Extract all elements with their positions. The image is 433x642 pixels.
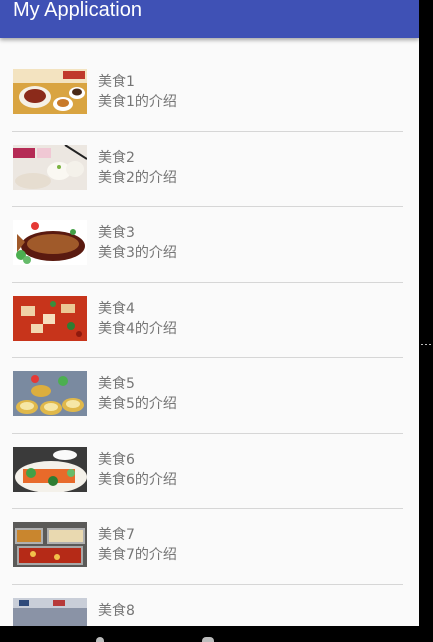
edge-indicator bbox=[421, 344, 433, 345]
list-item[interactable]: 美食3 美食3的介绍 bbox=[0, 207, 419, 283]
food-image-1 bbox=[13, 69, 87, 114]
item-description: 美食2的介绍 bbox=[98, 169, 177, 186]
item-description: 美食5的介绍 bbox=[98, 396, 177, 412]
list-item[interactable]: 美食7 美食7的介绍 bbox=[0, 509, 419, 585]
item-name: 美食8 bbox=[98, 602, 135, 619]
food-image-7 bbox=[13, 522, 87, 567]
item-name: 美食5 bbox=[98, 376, 135, 392]
app-bar: My Application bbox=[0, 0, 419, 38]
item-description: 美食1的介绍 bbox=[98, 94, 177, 110]
item-name: 美食6 bbox=[98, 451, 135, 468]
food-image-6 bbox=[13, 446, 87, 492]
food-image-8 bbox=[13, 597, 87, 626]
food-image-2 bbox=[13, 144, 87, 190]
list-item[interactable]: 美食2 美食2的介绍 bbox=[0, 132, 419, 207]
item-name: 美食4 bbox=[98, 300, 135, 317]
list-item[interactable]: 美食4 美食4的介绍 bbox=[0, 283, 419, 358]
item-name: 美食2 bbox=[98, 149, 135, 166]
list-item[interactable]: 美食1 美食1的介绍 bbox=[0, 56, 419, 132]
item-description: 美食3的介绍 bbox=[98, 245, 177, 261]
food-image-5 bbox=[13, 371, 87, 416]
food-image-3 bbox=[13, 220, 87, 265]
list-item[interactable]: 美食8 bbox=[0, 585, 419, 626]
app-title: My Application bbox=[13, 0, 142, 21]
item-name: 美食3 bbox=[98, 225, 135, 241]
nav-home-icon[interactable] bbox=[202, 637, 214, 642]
item-description: 美食6的介绍 bbox=[98, 471, 177, 488]
food-list[interactable]: 美食1 美食1的介绍 美食2 美食2的介绍 美食3 美食3的介绍 美食4 美食4… bbox=[0, 56, 419, 626]
food-image-4 bbox=[13, 295, 87, 341]
list-item[interactable]: 美食5 美食5的介绍 bbox=[0, 358, 419, 434]
nav-back-icon[interactable] bbox=[96, 637, 104, 642]
item-name: 美食1 bbox=[98, 74, 135, 90]
item-name: 美食7 bbox=[98, 527, 135, 543]
list-item[interactable]: 美食6 美食6的介绍 bbox=[0, 434, 419, 509]
app-screen: My Application 美食1 美食1的介绍 美食2 美食2的介绍 美食3… bbox=[0, 0, 419, 626]
navigation-bar bbox=[0, 626, 433, 642]
item-description: 美食4的介绍 bbox=[98, 320, 177, 337]
item-description: 美食7的介绍 bbox=[98, 547, 177, 563]
